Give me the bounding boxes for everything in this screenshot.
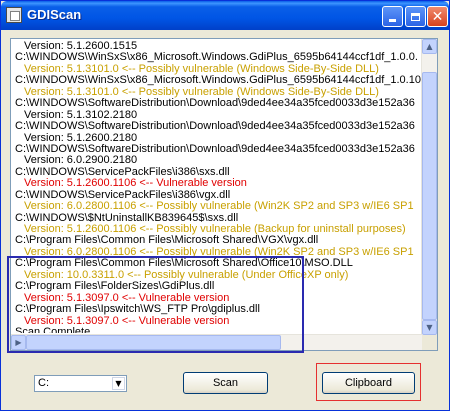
output-line-path: C:\Program Files\Ipswitch\WS_FTP Pro\gdi…: [15, 303, 260, 316]
dropdown-arrow-icon[interactable]: ▼: [112, 377, 125, 390]
chevron-up-icon: ▲: [426, 41, 433, 51]
output-line-status: Scan Complete.: [15, 325, 94, 333]
scroll-right-button[interactable]: ▶: [11, 335, 26, 350]
scan-button[interactable]: Scan: [183, 372, 268, 394]
scroll-up-button[interactable]: ▲: [422, 39, 437, 54]
output-line-path: C:\Program Files\FolderSizes\GdiPlus.dll: [15, 280, 215, 293]
output-line-path: C:\WINDOWS\SoftwareDistribution\Download…: [15, 97, 415, 110]
output-line-vuln: Version: 5.1.2600.1106 <-- Vulnerable ve…: [24, 177, 247, 190]
minimize-button[interactable]: [382, 6, 403, 27]
maximize-icon: [411, 12, 420, 21]
clipboard-button[interactable]: Clipboard: [322, 372, 415, 394]
output-line-possible: Version: 6.0.2800.1106 <-- Possibly vuln…: [24, 200, 414, 213]
close-button[interactable]: ✕: [427, 6, 448, 27]
scroll-down-button[interactable]: ▼: [422, 320, 437, 335]
close-icon: ✕: [431, 8, 444, 25]
minimize-icon: [389, 19, 396, 22]
drive-select-value: C:: [38, 377, 49, 389]
window-title: GDIScan: [27, 7, 82, 22]
scrollbar-corner: [422, 335, 437, 350]
drive-select[interactable]: C: ▼: [34, 375, 127, 392]
chevron-down-icon: ▼: [426, 322, 433, 332]
title-bar[interactable]: GDIScan ✕: [1, 1, 449, 30]
app-icon: [6, 7, 22, 23]
vertical-scroll-thumb[interactable]: [422, 72, 437, 320]
gdiscan-window: GDIScan ✕ Version: 5.1.2600.1515 C:\WINDO…: [0, 0, 450, 411]
horizontal-scroll-thumb[interactable]: [26, 335, 281, 350]
maximize-button[interactable]: [405, 6, 426, 27]
horizontal-scrollbar[interactable]: ◀ ▶: [11, 334, 422, 350]
clipboard-button-label: Clipboard: [344, 377, 393, 389]
scan-button-label: Scan: [212, 377, 239, 389]
scan-output-box[interactable]: Version: 5.1.2600.1515 C:\WINDOWS\WinSxS\…: [10, 38, 438, 351]
output-line-path: C:\WINDOWS\SoftwareDistribution\Download…: [15, 120, 415, 133]
vertical-scrollbar[interactable]: ▲ ▼: [421, 39, 437, 335]
scan-output-lines: Version: 5.1.2600.1515 C:\WINDOWS\WinSxS\…: [15, 41, 425, 333]
chevron-down-icon: ▼: [115, 379, 122, 388]
chevron-right-icon: ▶: [15, 337, 22, 347]
